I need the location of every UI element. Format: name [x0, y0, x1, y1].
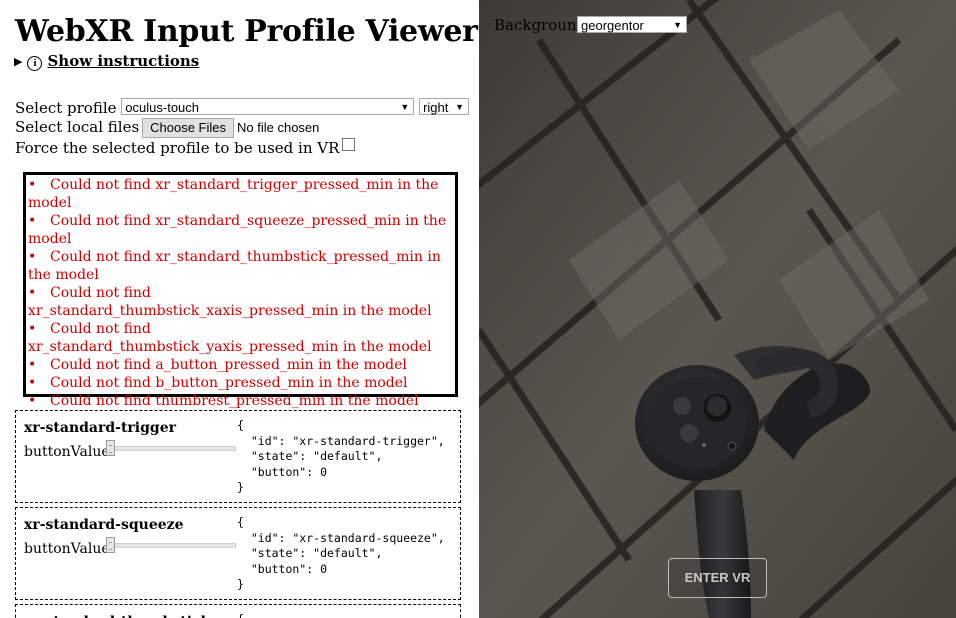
select-profile-label: Select profile: [15, 99, 117, 117]
profile-select[interactable]: oculus-touch ▼: [121, 98, 415, 115]
component-json: { "id": "xr-standard-squeeze", "state": …: [237, 515, 445, 591]
component-name: xr-standard-trigger: [24, 420, 176, 436]
error-text: Could not find xr_standard_thumbstick_ya…: [28, 321, 432, 355]
chevron-down-icon: ▼: [400, 102, 410, 112]
handedness-select[interactable]: right ▼: [419, 98, 470, 115]
error-text: Could not find xr_standard_trigger_press…: [28, 177, 439, 211]
bullet-icon: •: [28, 321, 37, 337]
component-panel-trigger: xr-standard-trigger buttonValue { "id": …: [15, 410, 461, 503]
component-json: {: [237, 612, 244, 618]
component-name: xr-standard-squeeze: [24, 517, 184, 533]
background-select[interactable]: georgentor ▼: [577, 16, 687, 33]
choose-files-button[interactable]: Choose Files: [142, 118, 235, 138]
bullet-icon: •: [28, 213, 37, 229]
show-instructions-link[interactable]: Show instructions: [47, 52, 199, 70]
error-item: • Could not find xr_standard_thumbstick_y…: [28, 320, 453, 356]
handedness-select-value: right: [423, 100, 449, 115]
component-panel-thumbstick: xr-standard-thumbstick {: [15, 604, 461, 618]
error-item: • Could not find xr_standard_squeeze_pres…: [28, 212, 453, 248]
button-value-slider-track: [108, 543, 236, 548]
info-icon: i: [27, 56, 43, 71]
button-value-label: buttonValue: [24, 541, 110, 557]
component-panel-squeeze: xr-standard-squeeze buttonValue { "id": …: [15, 507, 461, 600]
error-text: Could not find thumbrest_pressed_min in …: [50, 393, 419, 409]
no-file-chosen-text: No file chosen: [237, 120, 320, 135]
error-item: • Could not find b_button_pressed_min in …: [28, 374, 453, 392]
button-value-slider-handle[interactable]: [106, 440, 115, 456]
error-item: • Could not find thumbrest_pressed_min in…: [28, 392, 453, 410]
select-local-files-label: Select local files: [15, 118, 140, 136]
error-item: • Could not find a_button_pressed_min in …: [28, 356, 453, 374]
error-list: • Could not find xr_standard_trigger_pres…: [23, 172, 458, 409]
show-instructions-toggle[interactable]: ▶ i Show instructions: [14, 52, 199, 71]
button-value-slider-track: [108, 446, 236, 451]
select-local-files-row: Select local files Choose Files No file ch…: [15, 118, 319, 138]
button-value-slider-handle[interactable]: [106, 537, 115, 553]
button-value-label: buttonValue: [24, 444, 110, 460]
profile-select-value: oculus-touch: [125, 100, 200, 115]
left-panel: WebXR Input Profile Viewer ▶ i Show instru…: [0, 0, 479, 618]
component-name: xr-standard-thumbstick: [24, 614, 210, 618]
error-text: Could not find xr_standard_squeeze_press…: [28, 213, 447, 247]
background-select-value: georgentor: [581, 18, 644, 33]
select-profile-row: Select profile oculus-touch ▼ right ▼: [15, 98, 470, 117]
background-scene: [479, 0, 956, 618]
error-text: Could not find a_button_pressed_min in t…: [50, 357, 407, 373]
component-json: { "id": "xr-standard-trigger", "state": …: [237, 418, 445, 494]
force-profile-checkbox[interactable]: [342, 138, 356, 151]
chevron-down-icon: ▼: [455, 102, 465, 112]
force-profile-row: Force the selected profile to be used in…: [15, 138, 356, 157]
bullet-icon: •: [28, 393, 37, 409]
bullet-icon: •: [28, 177, 37, 193]
error-item: • Could not find xr_standard_trigger_pres…: [28, 176, 453, 212]
enter-vr-button[interactable]: ENTER VR: [668, 558, 767, 598]
error-text: Could not find xr_standard_thumbstick_xa…: [28, 285, 432, 319]
xr-viewer[interactable]: Background georgentor ▼ ENTER VR: [479, 0, 956, 618]
bullet-icon: •: [28, 285, 37, 301]
bullet-icon: •: [28, 357, 37, 373]
error-item: • Could not find xr_standard_thumbstick_p…: [28, 248, 453, 284]
disclosure-triangle-icon: ▶: [14, 55, 23, 68]
page-title: WebXR Input Profile Viewer: [15, 14, 478, 49]
error-text: Could not find xr_standard_thumbstick_pr…: [28, 249, 441, 283]
background-label: Background: [494, 16, 587, 34]
bullet-icon: •: [28, 375, 37, 391]
chevron-down-icon: ▼: [673, 20, 682, 30]
force-profile-label: Force the selected profile to be used in…: [15, 139, 340, 157]
error-item: • Could not find xr_standard_thumbstick_x…: [28, 284, 453, 320]
error-text: Could not find b_button_pressed_min in t…: [50, 375, 408, 391]
bullet-icon: •: [28, 249, 37, 265]
